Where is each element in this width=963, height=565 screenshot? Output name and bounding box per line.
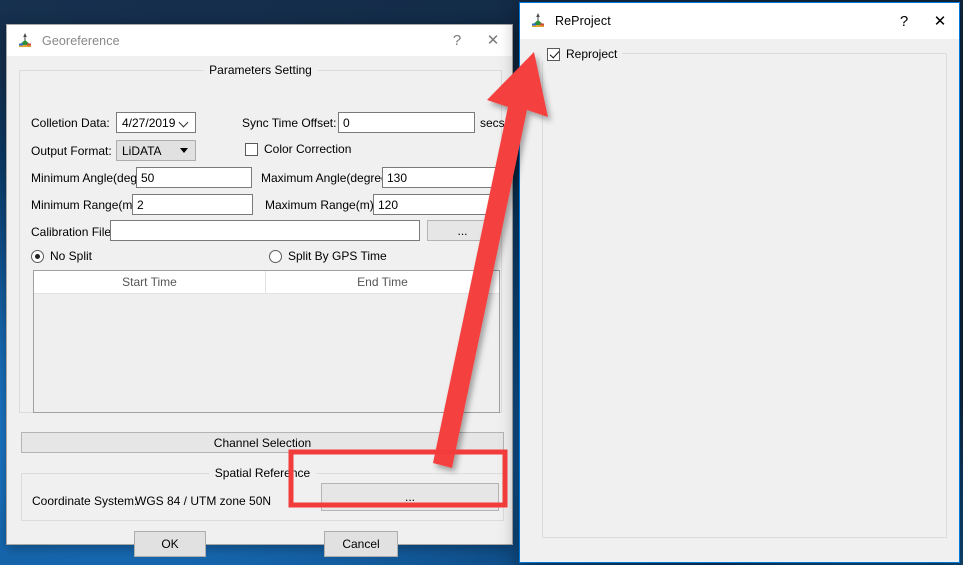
coordinate-system-browse-button[interactable]: ... [321,483,499,511]
minimum-angle-label: Minimum Angle(deg) [31,171,142,185]
checkbox-box [245,142,258,156]
split-time-table-body [34,294,499,412]
app-georeference-icon [16,32,34,50]
reproject-window: ReProject ? ✕ Reproject Use Seven Parame… [519,2,960,563]
chevron-down-icon [180,148,188,153]
georeference-titlebar[interactable]: Georeference ? ✕ [7,25,512,56]
calibration-browse-button[interactable]: ... [427,220,498,241]
georeference-cancel-button[interactable]: Cancel [324,531,398,557]
coordinate-system-value: WGS 84 / UTM zone 50N [135,494,272,508]
coordinate-system-label: Coordinate System: [32,494,138,508]
split-by-gps-radio[interactable]: Split By GPS Time [269,249,387,263]
reproject-window-buttons: ? ✕ [887,3,959,39]
color-correction-label: Color Correction [264,142,352,156]
app-reproject-icon [529,12,547,30]
column-start-time: Start Time [34,271,266,293]
collection-data-picker[interactable]: 4/27/2019 [116,112,196,133]
output-format-combobox[interactable]: LiDATA [116,140,196,161]
spatial-reference-legend: Spatial Reference [208,466,317,480]
no-split-radio[interactable]: No Split [31,249,92,263]
parameters-setting-legend: Parameters Setting [203,63,318,77]
close-icon[interactable]: ✕ [474,25,512,56]
maximum-angle-input[interactable]: 130 [382,167,498,188]
checkbox-box [547,47,560,61]
output-format-label: Output Format: [31,144,112,158]
minimum-angle-value: 50 [141,170,155,185]
split-time-table[interactable]: Start Time End Time [33,270,500,413]
maximum-angle-label: Maximum Angle(degree) [261,171,392,185]
help-button[interactable]: ? [887,3,921,39]
collection-data-value: 4/27/2019 [122,115,176,130]
maximum-range-input[interactable]: 120 [373,194,498,215]
color-correction-checkbox[interactable]: Color Correction [245,142,351,156]
channel-selection-button[interactable]: Channel Selection [21,432,504,453]
radio-circle [31,249,44,263]
radio-circle [269,249,282,263]
minimum-range-value: 2 [137,197,144,212]
output-format-value: LiDATA [122,143,162,158]
ok-button[interactable]: OK [134,531,206,557]
sync-time-units-label: secs [480,116,505,130]
georeference-title: Georeference [42,33,120,48]
reproject-title: ReProject [555,14,611,28]
calibration-file-label: Calibration File [31,225,112,239]
sync-time-offset-label: Sync Time Offset: [242,116,337,130]
maximum-angle-value: 130 [387,170,408,185]
chevron-down-icon [180,118,189,127]
reproject-group-label: Reproject [566,47,618,61]
split-time-table-header: Start Time End Time [34,271,499,294]
close-icon[interactable]: ✕ [921,3,959,39]
no-split-label: No Split [50,249,93,263]
minimum-angle-input[interactable]: 50 [136,167,252,188]
calibration-file-input[interactable] [110,220,420,241]
help-button[interactable]: ? [440,25,474,56]
georeference-window: Georeference ? ✕ Parameters Setting Coll… [6,24,513,557]
maximum-range-label: Maximum Range(m) [265,198,374,212]
reproject-titlebar[interactable]: ReProject ? ✕ [520,3,959,39]
desktop-background: Georeference ? ✕ Parameters Setting Coll… [0,0,963,565]
minimum-range-input[interactable]: 2 [132,194,253,215]
minimum-range-label: Minimum Range(m) [31,198,137,212]
reproject-checkbox[interactable]: Reproject [542,47,623,61]
georeference-window-buttons: ? ✕ [440,25,512,56]
column-end-time: End Time [357,275,408,289]
collection-data-label: Colletion Data: [31,116,110,130]
split-by-gps-label: Split By GPS Time [288,249,387,263]
sync-time-offset-input[interactable]: 0 [338,112,475,133]
reproject-group [542,53,947,538]
maximum-range-value: 120 [378,197,399,212]
sync-time-offset-value: 0 [343,115,350,130]
